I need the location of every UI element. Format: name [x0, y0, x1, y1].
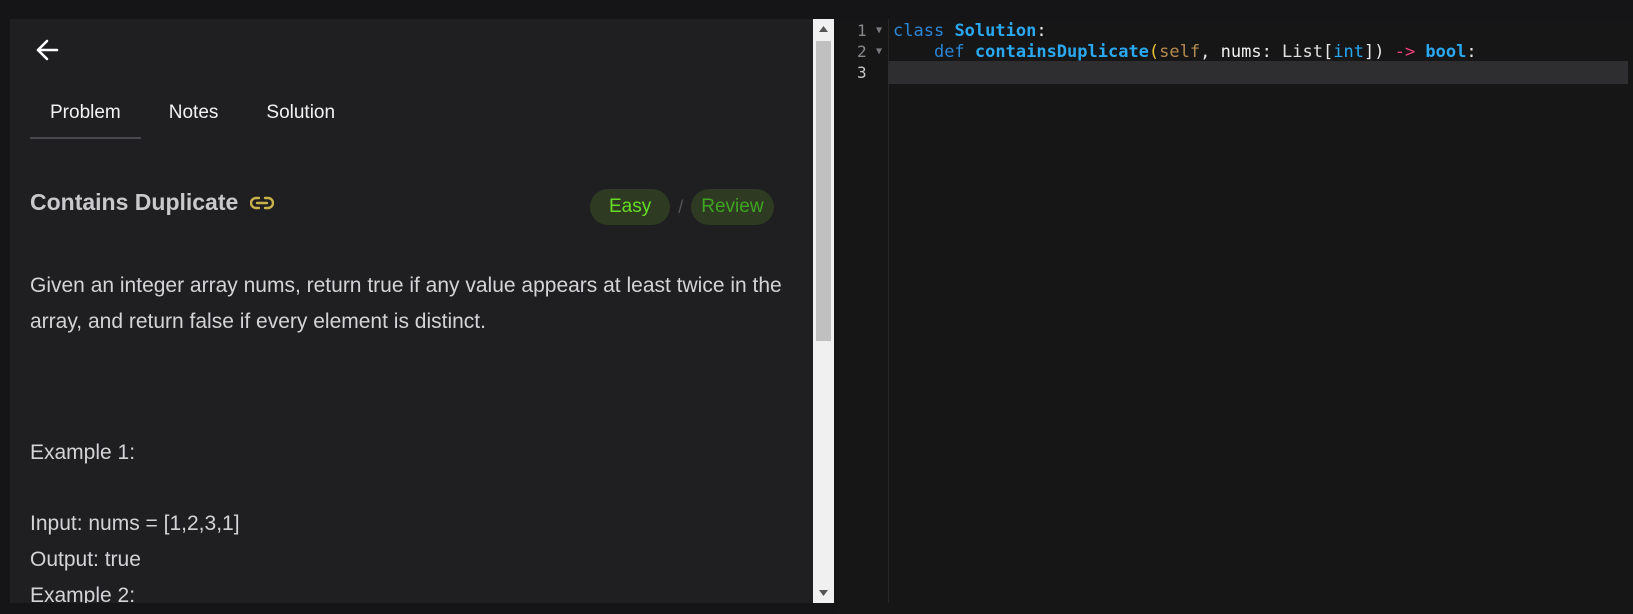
keyword: def [933, 41, 965, 62]
difficulty-badge[interactable]: Easy [590, 189, 671, 225]
punctuation: : [1036, 20, 1047, 41]
line-number: 2 [857, 42, 867, 61]
problem-description: Given an integer array nums, return true… [30, 268, 800, 603]
punctuation: ] [1363, 41, 1375, 62]
line-number: 1 [857, 21, 867, 40]
tab-problem[interactable]: Problem [30, 91, 141, 139]
problem-tabs: Problem Notes Solution [30, 91, 355, 139]
code-editor[interactable]: 1 ▼ class Solution: 2 ▼ def containsDupl… [835, 19, 1633, 614]
code-line-1[interactable]: 1 ▼ class Solution: [835, 19, 1633, 42]
scrollbar-thumb[interactable] [816, 41, 831, 341]
status-badge[interactable]: Review [691, 189, 774, 225]
badge-separator: / [678, 196, 684, 217]
param-name: nums [1220, 41, 1262, 62]
class-name: Solution [954, 20, 1037, 41]
example2-heading: Example 2: [30, 584, 136, 603]
fold-arrow-icon[interactable]: ▼ [876, 46, 882, 57]
punctuation: , [1200, 41, 1221, 62]
tab-notes[interactable]: Notes [149, 91, 239, 139]
punctuation: : [1466, 41, 1477, 62]
code-line-3-active[interactable] [888, 61, 1628, 84]
line-number: 3 [857, 63, 867, 82]
badges: Easy / Review [590, 189, 774, 225]
problem-panel: Problem Notes Solution Contains Duplicat… [10, 19, 813, 603]
problem-title: Contains Duplicate [30, 189, 239, 215]
example1-heading: Example 1: [30, 441, 136, 464]
description-text: Given an integer array nums, return true… [30, 274, 782, 333]
return-type: bool [1425, 41, 1467, 62]
keyword: class [893, 20, 945, 41]
self-param: self [1159, 41, 1201, 62]
punctuation: ) [1374, 41, 1385, 62]
title-row: Contains Duplicate [30, 189, 275, 216]
code-line-2[interactable]: 2 ▼ def containsDuplicate(self, nums: Li… [835, 40, 1633, 63]
example1-input: Input: nums = [1,2,3,1] [30, 512, 240, 535]
gutter-divider [888, 19, 889, 603]
punctuation: : [1261, 41, 1283, 62]
back-button[interactable] [32, 37, 62, 67]
problem-scrollbar[interactable] [813, 19, 834, 603]
punctuation: ( [1148, 41, 1160, 62]
tab-solution[interactable]: Solution [246, 91, 355, 139]
punctuation: [ [1323, 41, 1334, 62]
fold-arrow-icon[interactable]: ▼ [876, 25, 882, 36]
scroll-up-arrow-icon[interactable] [813, 19, 834, 39]
type-name: List [1282, 41, 1323, 62]
return-arrow: -> [1384, 41, 1426, 62]
scroll-down-arrow-icon[interactable] [813, 583, 834, 603]
link-icon[interactable] [250, 196, 275, 210]
example1-output: Output: true [30, 548, 141, 571]
arrow-left-icon [35, 39, 59, 66]
type-name: int [1333, 41, 1364, 62]
function-name: containsDuplicate [974, 41, 1149, 62]
